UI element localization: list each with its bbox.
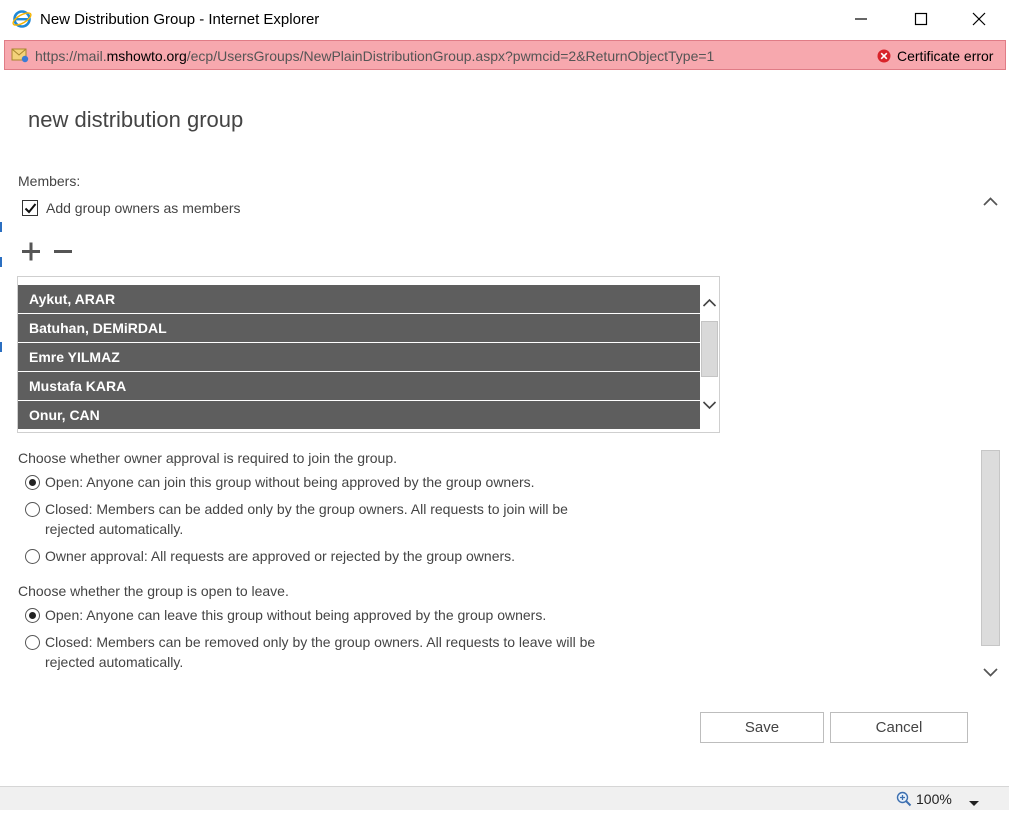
url-path: /ecp/UsersGroups/NewPlainDistributionGro… [186,48,715,64]
leave-radio[interactable] [25,635,40,650]
minimize-icon [855,18,867,20]
member-row[interactable]: Mustafa KARA [18,372,700,400]
plus-icon [22,242,40,261]
close-button[interactable] [956,4,1002,34]
window-title: New Distribution Group - Internet Explor… [40,11,320,28]
member-row[interactable]: Batuhan, DEMiRDAL [18,314,700,342]
option-line: Open: Anyone can leave this group withou… [45,607,547,623]
chevron-up-icon [702,298,717,307]
add-owners-option[interactable]: Add group owners as members [22,200,241,216]
add-member-button[interactable] [20,240,42,262]
maximize-icon [914,12,928,26]
leave-option-text: Closed: Members can be removed only by t… [45,632,595,672]
join-radio[interactable] [25,502,40,517]
join-option[interactable]: Closed: Members can be added only by the… [25,499,645,539]
join-approval-label: Choose whether owner approval is require… [18,450,398,466]
add-owners-label: Add group owners as members [46,200,241,216]
member-rows: Aykut, ARAR Batuhan, DEMiRDAL Emre YILMAZ M… [18,285,700,430]
list-scroll-thumb[interactable] [701,321,718,377]
url-text[interactable]: https://mail.mshowto.org/ecp/UsersGroups… [35,48,714,64]
certificate-error-label: Certificate error [897,48,994,64]
member-row[interactable]: Onur, CAN [18,401,700,429]
background-window-edge [0,72,3,372]
join-option-text: Closed: Members can be added only by the… [45,499,568,539]
list-scroll-up-button[interactable] [700,293,719,313]
leave-option[interactable]: Open: Anyone can leave this group withou… [25,605,645,625]
page-icon [11,47,29,63]
dialog-scroll-up-button[interactable] [980,190,1001,214]
address-bar[interactable]: https://mail.mshowto.org/ecp/UsersGroups… [4,40,1006,70]
cancel-button[interactable]: Cancel [830,712,968,743]
leave-option[interactable]: Closed: Members can be removed only by t… [25,632,645,672]
url-domain: mshowto.org [106,48,187,64]
save-button[interactable]: Save [700,712,824,743]
title-bar: New Distribution Group - Internet Explor… [0,0,1009,40]
dialog-scroll-thumb[interactable] [981,450,1000,646]
status-bar: 100% [0,786,1009,810]
chevron-down-icon [702,401,717,410]
chevron-down-icon [983,668,998,677]
zoom-control[interactable]: 100% [896,791,952,807]
option-line: rejected automatically. [45,654,184,670]
zoom-level: 100% [916,791,952,807]
minimize-button[interactable] [838,4,884,34]
member-row[interactable]: Emre YILMAZ [18,343,700,371]
url-prefix: https://mail. [35,48,107,64]
remove-member-button[interactable] [52,240,74,262]
leave-approval-label: Choose whether the group is open to leav… [18,583,289,599]
close-icon [972,12,986,26]
members-label: Members: [18,173,81,189]
join-radio[interactable] [25,549,40,564]
members-list[interactable]: Aykut, ARAR Batuhan, DEMiRDAL Emre YILMAZ M… [17,276,720,433]
minus-icon [54,250,72,253]
members-list-scrollbar[interactable] [700,277,719,432]
error-icon [877,49,891,63]
maximize-button[interactable] [898,4,944,34]
add-owners-checkbox[interactable] [22,200,38,216]
dialog-scroll-down-button[interactable] [980,660,1001,684]
checkmark-icon [24,203,37,214]
leave-radio[interactable] [25,608,40,623]
join-option[interactable]: Open: Anyone can join this group without… [25,472,645,492]
join-option-text: Open: Anyone can join this group without… [45,472,535,492]
list-scroll-down-button[interactable] [700,395,719,415]
internet-explorer-icon [12,9,32,29]
option-line: rejected automatically. [45,521,184,537]
option-line: Open: Anyone can join this group without… [45,474,535,490]
join-option[interactable]: Owner approval: All requests are approve… [25,546,645,566]
chevron-up-icon [983,197,998,206]
member-actions [20,240,74,262]
option-line: Owner approval: All requests are approve… [45,548,516,564]
certificate-error-button[interactable]: Certificate error [877,46,993,66]
option-line: Closed: Members can be removed only by t… [45,634,596,650]
join-option-text: Owner approval: All requests are approve… [45,546,515,566]
zoom-magnifier-icon [896,791,912,807]
join-radio[interactable] [25,475,40,490]
zoom-dropdown-button[interactable] [968,795,980,806]
option-line: Closed: Members can be added only by the… [45,501,568,517]
page-title: new distribution group [28,107,244,132]
leave-option-text: Open: Anyone can leave this group withou… [45,605,546,625]
dialog-scrollbar[interactable] [980,190,1001,685]
caret-down-icon [969,801,979,806]
member-row[interactable]: Aykut, ARAR [18,285,700,313]
